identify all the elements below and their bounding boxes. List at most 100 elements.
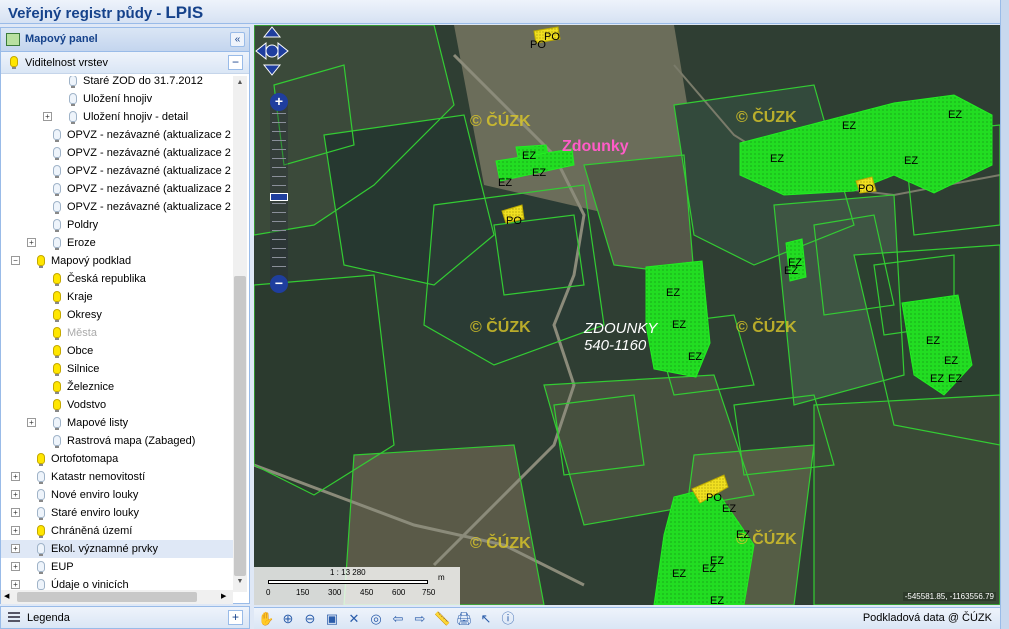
lightbulb-icon[interactable]	[53, 147, 61, 160]
zoom-in-tool-icon[interactable]: ⊕	[280, 611, 296, 627]
zoom-out-tool-icon[interactable]: ⊖	[302, 611, 318, 627]
scroll-thumb[interactable]	[234, 276, 246, 576]
lightbulb-icon[interactable]	[37, 579, 45, 592]
hand-pan-icon[interactable]: ✋	[258, 611, 274, 627]
lightbulb-icon[interactable]	[37, 525, 45, 538]
lightbulb-icon[interactable]	[69, 93, 77, 106]
lightbulb-icon[interactable]	[53, 309, 61, 322]
select-arrow-icon[interactable]: ↖	[478, 611, 494, 627]
layer-row[interactable]: + Chráněná území	[1, 522, 233, 540]
pan-control[interactable]	[254, 25, 290, 77]
lightbulb-icon[interactable]	[53, 345, 61, 358]
layer-row[interactable]: + EUP	[1, 558, 233, 576]
zoom-handle[interactable]	[270, 193, 288, 201]
lightbulb-icon[interactable]	[53, 399, 61, 412]
layer-row[interactable]: + Staré enviro louky	[1, 504, 233, 522]
map-view[interactable]: © ČÚZK © ČÚZK © ČÚZK © ČÚZK © ČÚZK © ČÚZ…	[254, 25, 1000, 605]
lightbulb-icon[interactable]	[37, 507, 45, 520]
pan-down-icon[interactable]	[262, 64, 282, 76]
layer-row[interactable]: + Ekol. významné prvky	[1, 540, 233, 558]
layer-row[interactable]: Města	[1, 324, 233, 342]
layer-row[interactable]: OPVZ - nezávazné (aktualizace 2	[1, 180, 233, 198]
scroll-down-arrow-icon[interactable]: ▼	[235, 578, 245, 588]
previous-view-icon[interactable]: ⇦	[390, 611, 406, 627]
lightbulb-icon[interactable]	[53, 237, 61, 250]
lightbulb-icon[interactable]	[53, 417, 61, 430]
expand-node-icon[interactable]: +	[11, 490, 20, 499]
layer-row[interactable]: OPVZ - nezávazné (aktualizace 2	[1, 126, 233, 144]
layer-row[interactable]: OPVZ - nezávazné (aktualizace 2	[1, 162, 233, 180]
lightbulb-icon[interactable]	[69, 111, 77, 124]
layer-row[interactable]: Uložení hnojiv	[1, 90, 233, 108]
pan-left-icon[interactable]	[255, 41, 267, 61]
layer-row[interactable]: + Uložení hnojiv - detail	[1, 108, 233, 126]
expand-legend-button[interactable]: +	[228, 610, 243, 625]
layer-row[interactable]: Okresy	[1, 306, 233, 324]
layer-row[interactable]: Kraje	[1, 288, 233, 306]
pan-up-icon[interactable]	[262, 26, 282, 38]
lightbulb-icon[interactable]	[53, 381, 61, 394]
lightbulb-icon[interactable]	[53, 273, 61, 286]
collapse-node-icon[interactable]: −	[11, 256, 20, 265]
layer-row[interactable]: Ortofotomapa	[1, 450, 233, 468]
layer-row[interactable]: Rastrová mapa (Zabaged)	[1, 432, 233, 450]
layer-row[interactable]: Železnice	[1, 378, 233, 396]
lightbulb-icon[interactable]	[69, 76, 77, 88]
layer-row[interactable]: − Mapový podklad	[1, 252, 233, 270]
scroll-right-arrow-icon[interactable]: ▶	[221, 592, 226, 600]
pan-right-icon[interactable]	[277, 41, 289, 61]
zoom-slider[interactable]: + −	[270, 93, 288, 293]
lightbulb-icon[interactable]	[37, 471, 45, 484]
next-view-icon[interactable]: ⇨	[412, 611, 428, 627]
expand-node-icon[interactable]: +	[11, 472, 20, 481]
lightbulb-icon[interactable]	[53, 435, 61, 448]
expand-node-icon[interactable]: +	[11, 526, 20, 535]
layer-row[interactable]: + Nové enviro louky	[1, 486, 233, 504]
lightbulb-icon[interactable]	[53, 183, 61, 196]
zoom-in-button[interactable]: +	[270, 93, 288, 111]
zoom-out-button[interactable]: −	[270, 275, 288, 293]
lightbulb-icon[interactable]	[53, 165, 61, 178]
expand-node-icon[interactable]: +	[43, 112, 52, 121]
lightbulb-icon[interactable]	[53, 327, 61, 340]
lightbulb-icon[interactable]	[37, 489, 45, 502]
lightbulb-icon[interactable]	[37, 453, 45, 466]
lightbulb-icon[interactable]	[37, 255, 45, 268]
layer-row[interactable]: Staré ZOD do 31.7.2012	[1, 76, 233, 90]
measure-icon[interactable]: 📏	[434, 611, 450, 627]
layer-row[interactable]: OPVZ - nezávazné (aktualizace 2	[1, 144, 233, 162]
help-icon[interactable]: ⓘ	[500, 611, 516, 627]
layer-row[interactable]: Silnice	[1, 360, 233, 378]
expand-node-icon[interactable]: +	[11, 508, 20, 517]
expand-node-icon[interactable]: +	[27, 418, 36, 427]
expand-node-icon[interactable]: +	[11, 562, 20, 571]
lightbulb-icon[interactable]	[53, 291, 61, 304]
zoom-scale-icon[interactable]: ✕	[346, 611, 362, 627]
layer-row[interactable]: Poldry	[1, 216, 233, 234]
lightbulb-icon[interactable]	[53, 201, 61, 214]
collapse-panel-button[interactable]: «	[230, 32, 245, 47]
full-extent-icon[interactable]: ◎	[368, 611, 384, 627]
tree-horizontal-scrollbar[interactable]: ◀ ▶	[1, 590, 233, 604]
layer-row[interactable]: OPVZ - nezávazné (aktualizace 2	[1, 198, 233, 216]
scroll-left-arrow-icon[interactable]: ◀	[4, 592, 9, 600]
layer-row[interactable]: Česká republika	[1, 270, 233, 288]
layer-visibility-header[interactable]: Viditelnost vrstev −	[1, 52, 249, 74]
layer-row[interactable]: + Katastr nemovitostí	[1, 468, 233, 486]
lightbulb-icon[interactable]	[53, 363, 61, 376]
expand-node-icon[interactable]: +	[27, 238, 36, 247]
layer-row[interactable]: Obce	[1, 342, 233, 360]
hscroll-thumb[interactable]	[17, 592, 197, 602]
layer-row[interactable]: + Mapové listy	[1, 414, 233, 432]
legend-panel-header[interactable]: Legenda +	[0, 606, 250, 629]
collapse-layers-button[interactable]: −	[228, 55, 243, 70]
expand-node-icon[interactable]: +	[11, 580, 20, 589]
layer-row[interactable]: + Eroze	[1, 234, 233, 252]
print-icon[interactable]: 🖨	[456, 611, 473, 627]
expand-node-icon[interactable]: +	[11, 544, 20, 553]
zoom-box-icon[interactable]: ▣	[324, 611, 340, 627]
lightbulb-icon[interactable]	[53, 129, 61, 142]
layer-row[interactable]: Vodstvo	[1, 396, 233, 414]
lightbulb-icon[interactable]	[37, 543, 45, 556]
lightbulb-icon[interactable]	[53, 219, 61, 232]
